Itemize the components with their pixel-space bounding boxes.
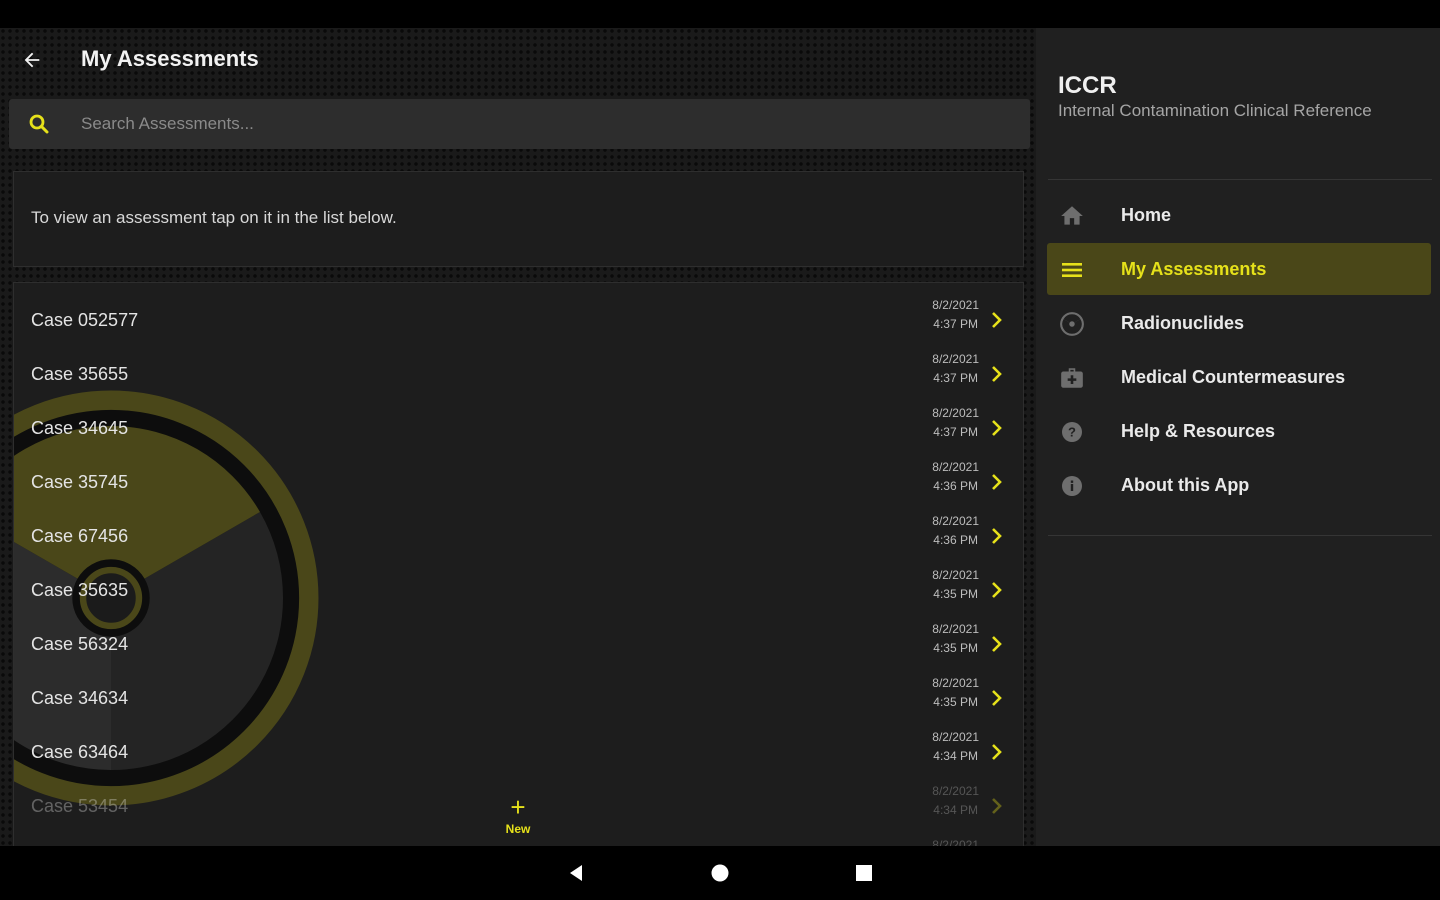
case-title: Case 052577 bbox=[31, 310, 139, 330]
chevron-right-icon bbox=[992, 420, 1002, 436]
drawer-title: ICCR bbox=[1058, 72, 1117, 99]
chevron-right-icon bbox=[992, 312, 1002, 328]
back-arrow-icon bbox=[24, 52, 40, 68]
chevron-right-icon bbox=[992, 690, 1002, 706]
chevron-right-icon bbox=[992, 744, 1002, 760]
list-item[interactable]: Case 35635 8/2/2021 4:35 PM bbox=[14, 558, 1023, 612]
case-title: Case 63464 bbox=[31, 742, 129, 762]
drawer-divider bbox=[1048, 535, 1432, 536]
nav-item-radionuclides[interactable]: Radionuclides bbox=[1047, 297, 1431, 349]
nav-item-label: Help & Resources bbox=[1121, 421, 1276, 441]
nav-item-medical-countermeasures[interactable]: Medical Countermeasures bbox=[1047, 351, 1431, 403]
back-button[interactable] bbox=[14, 44, 50, 76]
plus-icon: + bbox=[510, 792, 526, 822]
search-input[interactable] bbox=[71, 107, 1011, 141]
nav-item-label: My Assessments bbox=[1121, 259, 1267, 279]
chevron-right-icon bbox=[992, 366, 1002, 382]
list-icon bbox=[1059, 257, 1085, 283]
info-icon bbox=[1059, 473, 1085, 499]
list-item[interactable]: Case 052577 8/2/2021 4:37 PM bbox=[14, 288, 1023, 342]
case-title: Case 35745 bbox=[31, 472, 129, 492]
list-item[interactable]: Case 34634 8/2/2021 4:35 PM bbox=[14, 666, 1023, 720]
case-title: Case 53454 bbox=[31, 796, 129, 816]
system-recents-button[interactable] bbox=[852, 861, 876, 885]
list-item[interactable]: Case 34645 8/2/2021 4:37 PM bbox=[14, 396, 1023, 450]
case-title: Case 67456 bbox=[31, 526, 129, 546]
system-back-button[interactable] bbox=[564, 861, 588, 885]
case-title: Case 34634 bbox=[31, 688, 129, 708]
system-home-button[interactable] bbox=[708, 861, 732, 885]
main-content: My Assessments To view an assessment tap… bbox=[0, 28, 1036, 846]
list-item[interactable]: Case 67456 8/2/2021 4:36 PM bbox=[14, 504, 1023, 558]
assessment-list: Case 052577 8/2/2021 4:37 PM Case 35655 8… bbox=[13, 282, 1024, 846]
triangle-back-icon bbox=[570, 865, 582, 881]
case-date: 8/2/2021 4:34 PM bbox=[932, 730, 979, 763]
chevron-right-icon bbox=[992, 636, 1002, 652]
case-date: 8/2/2021 4:37 PM bbox=[932, 352, 979, 385]
list-item[interactable]: Case 63464 8/2/2021 4:34 PM bbox=[14, 720, 1023, 774]
case-date: 8/2/2021 4:35 PM bbox=[932, 676, 979, 709]
circle-home-icon bbox=[711, 864, 729, 882]
page-title: My Assessments bbox=[81, 46, 259, 71]
app-bar: My Assessments bbox=[0, 28, 1036, 92]
search-icon bbox=[29, 114, 49, 134]
case-title: Case 35655 bbox=[31, 364, 129, 384]
chevron-right-icon bbox=[992, 528, 1002, 544]
nav-item-about[interactable]: About this App bbox=[1047, 459, 1431, 511]
nav-item-label: Radionuclides bbox=[1121, 313, 1245, 333]
case-date: 8/2/2021 4:36 PM bbox=[932, 514, 979, 547]
new-assessment-button[interactable]: + New bbox=[498, 794, 538, 840]
list-item[interactable]: Case 56324 8/2/2021 4:35 PM bbox=[14, 612, 1023, 666]
nav-item-home[interactable]: Home bbox=[1047, 189, 1431, 241]
chevron-right-icon bbox=[992, 582, 1002, 598]
new-button-label: New bbox=[505, 822, 531, 836]
drawer-divider bbox=[1048, 179, 1432, 180]
square-recents-icon bbox=[856, 865, 872, 881]
search-bar[interactable] bbox=[9, 99, 1030, 149]
radiation-icon bbox=[1059, 311, 1085, 337]
info-card: To view an assessment tap on it in the l… bbox=[13, 171, 1024, 267]
svg-text:?: ? bbox=[1068, 425, 1076, 440]
nav-item-label: Home bbox=[1121, 205, 1172, 225]
list-item[interactable]: Case 35655 8/2/2021 4:37 PM bbox=[14, 342, 1023, 396]
nav-item-help-resources[interactable]: ? Help & Resources bbox=[1047, 405, 1431, 457]
case-title: Case 34645 bbox=[31, 418, 129, 438]
case-date: 8/2/2021 4:36 PM bbox=[932, 460, 979, 493]
nav-item-label: About this App bbox=[1121, 475, 1250, 495]
chevron-right-icon bbox=[992, 474, 1002, 490]
home-icon bbox=[1059, 203, 1085, 229]
chevron-right-icon bbox=[992, 798, 1002, 814]
navigation-drawer: ICCR Internal Contamination Clinical Ref… bbox=[1036, 28, 1440, 846]
case-title: Case 35635 bbox=[31, 580, 129, 600]
status-bar bbox=[0, 0, 1440, 28]
system-navigation-bar bbox=[0, 846, 1440, 900]
info-text: To view an assessment tap on it in the l… bbox=[31, 208, 397, 227]
help-icon: ? bbox=[1059, 419, 1085, 445]
case-date: 8/2/2021 4:37 PM bbox=[932, 406, 979, 439]
case-date: 8/2/2021 4:35 PM bbox=[932, 568, 979, 601]
case-date: 8/2/2021 bbox=[932, 838, 979, 846]
medical-kit-icon bbox=[1059, 365, 1085, 391]
case-title: Case 56324 bbox=[31, 634, 129, 654]
drawer-subtitle: Internal Contamination Clinical Referenc… bbox=[1058, 101, 1372, 120]
case-date: 8/2/2021 4:34 PM bbox=[932, 784, 979, 817]
nav-item-my-assessments[interactable]: My Assessments bbox=[1047, 243, 1431, 295]
case-date: 8/2/2021 4:35 PM bbox=[932, 622, 979, 655]
list-item[interactable]: Case 35745 8/2/2021 4:36 PM bbox=[14, 450, 1023, 504]
nav-item-label: Medical Countermeasures bbox=[1121, 367, 1346, 387]
case-date: 8/2/2021 4:37 PM bbox=[932, 298, 979, 331]
